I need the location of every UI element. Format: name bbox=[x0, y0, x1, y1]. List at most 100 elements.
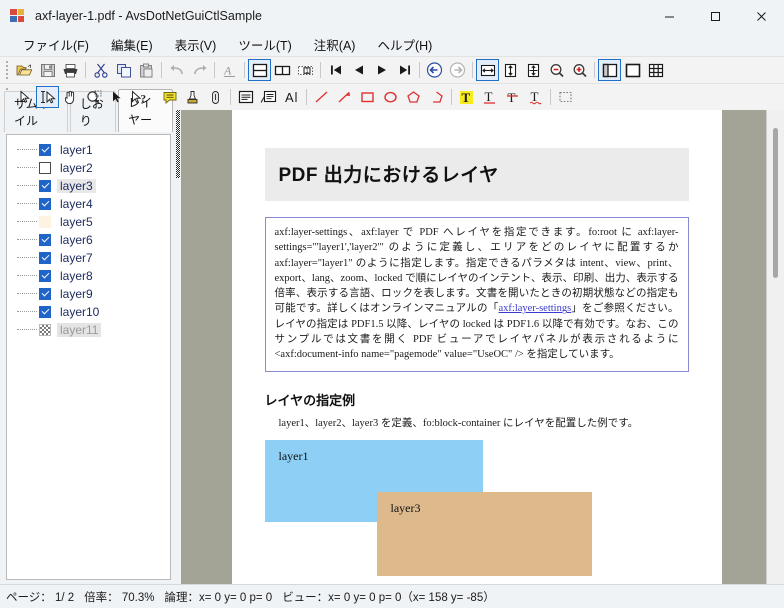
layer-tree: layer1 layer2 layer3 bbox=[7, 135, 170, 339]
layer-visibility-checkbox[interactable] bbox=[39, 288, 51, 300]
toolbar-separator bbox=[230, 89, 231, 105]
layer-visibility-checkbox[interactable] bbox=[39, 306, 51, 318]
layer-label: layer5 bbox=[57, 215, 96, 229]
text-edit-icon[interactable]: A bbox=[280, 86, 303, 108]
fit-page-icon[interactable] bbox=[522, 59, 545, 81]
layer-tree-item[interactable]: layer3 bbox=[7, 177, 170, 195]
application-window: axf-layer-1.pdf - AvsDotNetGuiCtlSample … bbox=[0, 0, 784, 608]
ellipse-icon[interactable] bbox=[379, 86, 402, 108]
layer-tree-item[interactable]: layer2 bbox=[7, 159, 170, 177]
strikeout-text-icon[interactable]: T bbox=[501, 86, 524, 108]
fit-height-icon[interactable] bbox=[499, 59, 522, 81]
undo-icon[interactable] bbox=[165, 59, 188, 81]
arrow-icon[interactable] bbox=[333, 86, 356, 108]
prev-page-icon[interactable] bbox=[347, 59, 370, 81]
sticky-note-icon[interactable] bbox=[158, 86, 181, 108]
font-icon[interactable]: A bbox=[218, 59, 241, 81]
layer-visibility-checkbox[interactable] bbox=[39, 144, 51, 156]
stamp-icon[interactable] bbox=[181, 86, 204, 108]
layer-visibility-checkbox[interactable] bbox=[39, 234, 51, 246]
layer-tree-item[interactable]: layer1 bbox=[7, 141, 170, 159]
toolbar-grip[interactable] bbox=[3, 61, 11, 79]
squiggly-text-icon[interactable]: T bbox=[524, 86, 547, 108]
highlight-text-icon[interactable]: T bbox=[455, 86, 478, 108]
tree-connector-icon bbox=[17, 275, 37, 277]
last-page-icon[interactable] bbox=[393, 59, 416, 81]
continuous-page-icon[interactable]: 1 bbox=[294, 59, 317, 81]
layer-visibility-checkbox[interactable] bbox=[39, 180, 51, 192]
menu-edit[interactable]: 編集(E) bbox=[100, 32, 164, 57]
toolbar-separator bbox=[419, 62, 420, 78]
layer-visibility-checkbox[interactable] bbox=[39, 162, 51, 174]
tree-connector-icon bbox=[17, 203, 37, 205]
layer-tree-item[interactable]: layer11 bbox=[7, 321, 170, 339]
menu-help[interactable]: ヘルプ(H) bbox=[366, 32, 443, 57]
minimize-button[interactable] bbox=[646, 0, 692, 32]
next-page-icon[interactable] bbox=[370, 59, 393, 81]
tree-connector-icon bbox=[17, 329, 37, 331]
paste-icon[interactable] bbox=[135, 59, 158, 81]
open-folder-icon[interactable] bbox=[13, 59, 36, 81]
single-page-icon[interactable] bbox=[248, 59, 271, 81]
tree-connector-icon bbox=[17, 185, 37, 187]
page-scroll-area: PDF 出力におけるレイヤ axf:layer-settings、axf:lay… bbox=[181, 110, 766, 584]
show-panel-icon[interactable] bbox=[598, 59, 621, 81]
two-page-icon[interactable] bbox=[271, 59, 294, 81]
back-icon[interactable] bbox=[423, 59, 446, 81]
layer3-box-label: layer3 bbox=[377, 492, 592, 516]
underline-text-icon[interactable]: T bbox=[478, 86, 501, 108]
pointer-icon[interactable] bbox=[105, 86, 128, 108]
layer-locked-icon bbox=[39, 324, 51, 336]
first-page-icon[interactable] bbox=[324, 59, 347, 81]
resize-grip-icon[interactable] bbox=[768, 590, 782, 604]
close-button[interactable] bbox=[738, 0, 784, 32]
attachment-icon[interactable] bbox=[204, 86, 227, 108]
menu-view[interactable]: 表示(V) bbox=[164, 32, 228, 57]
layer-tree-item[interactable]: layer5 bbox=[7, 213, 170, 231]
print-icon[interactable] bbox=[59, 59, 82, 81]
text-box-icon[interactable] bbox=[234, 86, 257, 108]
axf-layer-settings-link[interactable]: axf:layer-settings bbox=[499, 303, 572, 314]
layer-tree-item[interactable]: layer7 bbox=[7, 249, 170, 267]
menu-tools[interactable]: ツール(T) bbox=[227, 32, 302, 57]
text-select-icon[interactable] bbox=[36, 86, 59, 108]
svg-text:T: T bbox=[508, 90, 516, 105]
status-bar: ページ： 1/ 2 倍率： 70.3% 論理：x= 0 y= 0 p= 0 ビュ… bbox=[0, 584, 784, 608]
hand-tool-icon[interactable] bbox=[59, 86, 82, 108]
maximize-button[interactable] bbox=[692, 0, 738, 32]
polyline-icon[interactable] bbox=[425, 86, 448, 108]
layer3-box: layer3 bbox=[377, 492, 592, 576]
zoom-in-icon[interactable] bbox=[568, 59, 591, 81]
layer-visibility-checkbox[interactable] bbox=[39, 270, 51, 282]
zoom-marquee-icon[interactable] bbox=[82, 86, 105, 108]
select-arrow-icon[interactable] bbox=[13, 86, 36, 108]
vertical-scrollbar[interactable] bbox=[766, 110, 784, 584]
callout-icon[interactable] bbox=[257, 86, 280, 108]
copy-icon[interactable] bbox=[112, 59, 135, 81]
save-icon[interactable] bbox=[36, 59, 59, 81]
menu-annotation[interactable]: 注釈(A) bbox=[303, 32, 367, 57]
cut-icon[interactable] bbox=[89, 59, 112, 81]
forward-icon[interactable] bbox=[446, 59, 469, 81]
layer-tree-item[interactable]: layer6 bbox=[7, 231, 170, 249]
layer-tree-item[interactable]: layer10 bbox=[7, 303, 170, 321]
rectangle-icon[interactable] bbox=[356, 86, 379, 108]
main-content: サムネイル しおり レイヤー layer1 layer2 bbox=[0, 110, 784, 584]
help-pointer-icon[interactable]: ? bbox=[128, 86, 151, 108]
zoom-out-icon[interactable] bbox=[545, 59, 568, 81]
marquee-select-icon[interactable] bbox=[554, 86, 577, 108]
layer-tree-item[interactable]: layer8 bbox=[7, 267, 170, 285]
menu-file[interactable]: ファイル(F) bbox=[12, 32, 100, 57]
layer-visibility-checkbox[interactable] bbox=[39, 198, 51, 210]
layer-label: layer10 bbox=[57, 305, 102, 319]
scrollbar-thumb[interactable] bbox=[773, 128, 778, 278]
layer-visibility-checkbox[interactable] bbox=[39, 252, 51, 264]
line-icon[interactable] bbox=[310, 86, 333, 108]
hide-panel-icon[interactable] bbox=[621, 59, 644, 81]
layer-tree-item[interactable]: layer4 bbox=[7, 195, 170, 213]
layer-tree-item[interactable]: layer9 bbox=[7, 285, 170, 303]
fit-width-icon[interactable] bbox=[476, 59, 499, 81]
grid-icon[interactable] bbox=[644, 59, 667, 81]
polygon-icon[interactable] bbox=[402, 86, 425, 108]
redo-icon[interactable] bbox=[188, 59, 211, 81]
